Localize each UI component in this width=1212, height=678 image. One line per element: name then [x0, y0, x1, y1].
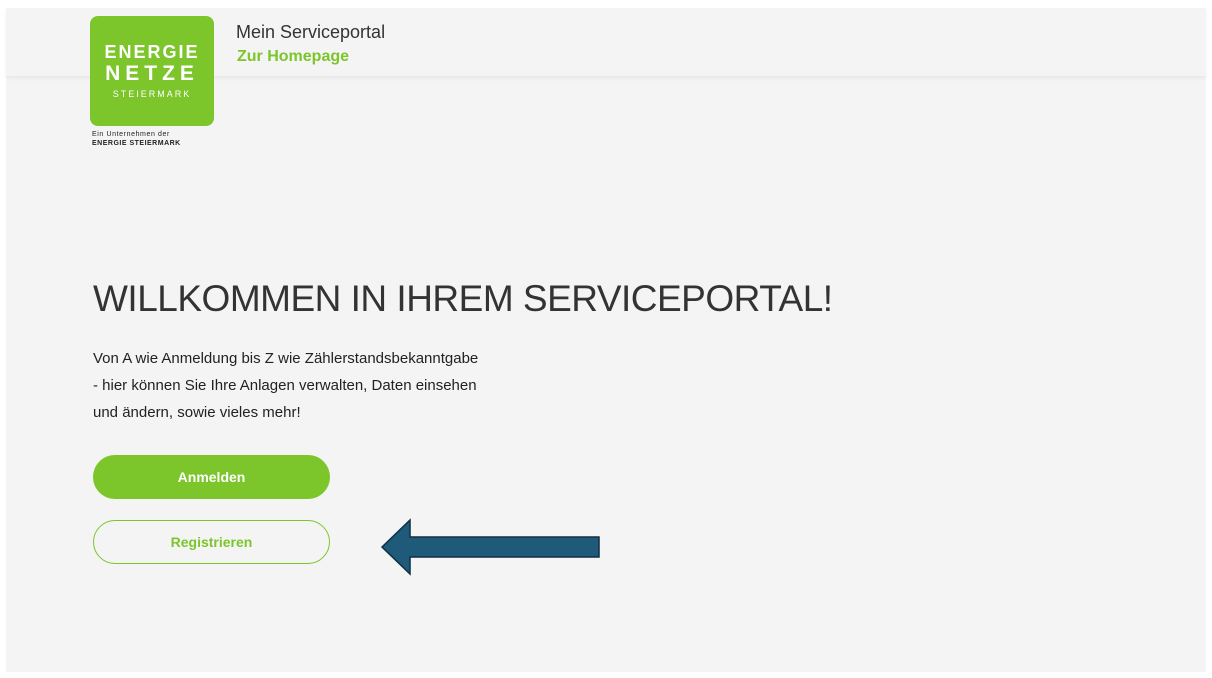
intro-line: - hier können Sie Ihre Anlagen verwalten… — [93, 377, 477, 394]
logo-line-netze: NETZE — [105, 61, 199, 85]
intro-text: Von A wie Anmeldung bis Z wie Zählerstan… — [93, 345, 573, 426]
arrow-left-icon — [380, 518, 600, 576]
login-button[interactable]: Anmelden — [93, 455, 330, 499]
logo-tagline-line1: Ein Unternehmen der — [92, 131, 170, 138]
intro-line: Von A wie Anmeldung bis Z wie Zählerstan… — [93, 350, 479, 367]
logo[interactable]: ENERGIE NETZE STEIERMARK Ein Unternehmen… — [90, 16, 216, 148]
homepage-link[interactable]: Zur Homepage — [237, 48, 349, 66]
logo-tagline: Ein Unternehmen der ENERGIE STEIERMARK — [90, 130, 216, 148]
intro-line: und ändern, sowie vieles mehr! — [93, 404, 301, 421]
logo-line-steiermark: STEIERMARK — [112, 88, 192, 99]
page-title: WILLKOMMEN IN IHREM SERVICEPORTAL! — [93, 278, 833, 319]
logo-line-energie: ENERGIE — [104, 41, 200, 62]
page-container: Mein Serviceportal Zur Homepage ENERGIE … — [6, 8, 1206, 672]
logo-tagline-line2: ENERGIE STEIERMARK — [92, 140, 181, 147]
portal-title: Mein Serviceportal — [236, 22, 386, 42]
logo-badge: ENERGIE NETZE STEIERMARK — [90, 16, 214, 126]
register-button[interactable]: Registrieren — [93, 520, 330, 564]
